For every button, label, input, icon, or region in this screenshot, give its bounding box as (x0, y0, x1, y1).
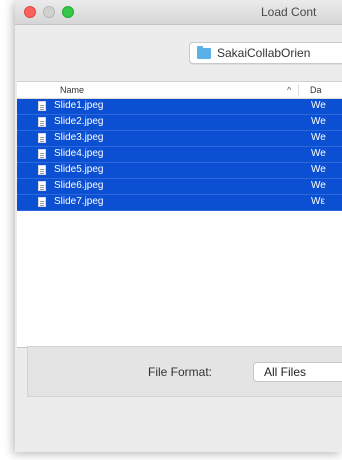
folder-icon (197, 46, 211, 59)
document-icon (38, 101, 46, 111)
document-icon (38, 165, 46, 175)
document-icon (38, 181, 46, 191)
load-dialog-window: Load Cont SakaiCollabOrien Name ^ Da Sli… (15, 0, 342, 452)
column-divider[interactable] (298, 84, 299, 96)
column-header-date[interactable]: Da (310, 85, 322, 95)
document-icon (38, 197, 46, 207)
file-name: Slide2.jpeg (54, 116, 104, 127)
zoom-button[interactable] (62, 6, 74, 18)
file-date: We (311, 148, 326, 159)
file-name: Slide7.jpeg (54, 196, 104, 207)
close-button[interactable] (24, 6, 36, 18)
title-bar[interactable]: Load Cont (15, 0, 342, 25)
location-popup[interactable]: SakaiCollabOrien (189, 42, 342, 64)
file-date: We (311, 180, 326, 191)
document-icon (38, 117, 46, 127)
file-rows: Slide1.jpeg We Slide2.jpeg We Slide3.jpe… (17, 99, 342, 211)
file-row[interactable]: Slide3.jpeg We (17, 131, 342, 147)
file-row[interactable]: Slide2.jpeg We (17, 115, 342, 131)
list-header: Name ^ Da (17, 82, 342, 99)
file-format-bar: File Format: All Files (27, 346, 342, 397)
file-list[interactable]: Name ^ Da Slide1.jpeg We Slide2.jpeg We … (17, 81, 342, 348)
file-format-select[interactable]: All Files (253, 362, 342, 382)
file-date: We (311, 100, 326, 111)
window-title: Load Cont (261, 5, 317, 19)
file-row[interactable]: Slide1.jpeg We (17, 99, 342, 115)
file-name: Slide3.jpeg (54, 132, 104, 143)
file-date: Wε (311, 196, 325, 207)
file-date: We (311, 116, 326, 127)
file-row[interactable]: Slide5.jpeg We (17, 163, 342, 179)
toolbar: SakaiCollabOrien (15, 25, 342, 81)
file-format-value: All Files (264, 365, 307, 379)
file-name: Slide5.jpeg (54, 164, 104, 175)
file-row[interactable]: Slide6.jpeg We (17, 179, 342, 195)
location-label: SakaiCollabOrien (217, 46, 311, 60)
column-header-name[interactable]: Name (60, 85, 84, 95)
file-date: We (311, 132, 326, 143)
file-name: Slide1.jpeg (54, 100, 104, 111)
sort-ascending-icon[interactable]: ^ (287, 85, 291, 95)
document-icon (38, 149, 46, 159)
file-row[interactable]: Slide7.jpeg Wε (17, 195, 342, 211)
dialog-footer (15, 397, 342, 452)
minimize-button[interactable] (43, 6, 55, 18)
document-icon (38, 133, 46, 143)
file-row[interactable]: Slide4.jpeg We (17, 147, 342, 163)
file-date: We (311, 164, 326, 175)
file-name: Slide6.jpeg (54, 180, 104, 191)
file-name: Slide4.jpeg (54, 148, 104, 159)
file-format-label: File Format: (148, 365, 213, 379)
